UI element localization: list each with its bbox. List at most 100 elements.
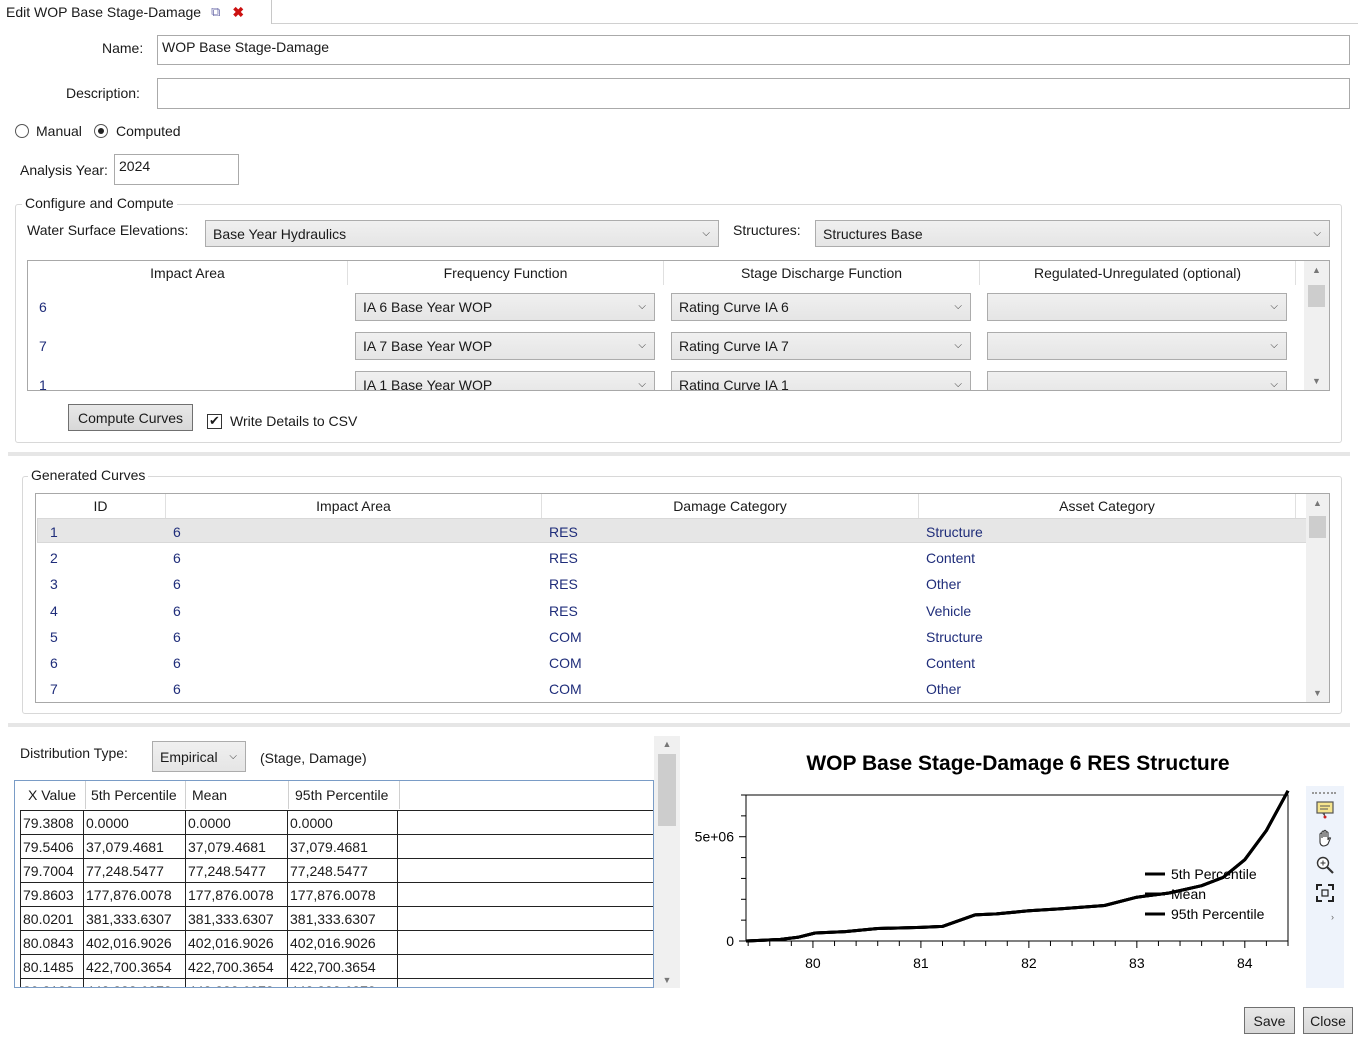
table-cell[interactable]: 37,079.4681 xyxy=(287,834,398,859)
table-row[interactable]: 80.0201 381,333.6307 381,333.6307 381,333.6… xyxy=(20,906,653,931)
column-header-asset-category[interactable]: Asset Category xyxy=(919,494,1296,518)
table-cell[interactable]: 381,333.6307 xyxy=(83,906,186,931)
table-row[interactable]: 80.0843 402,016.9026 402,016.9026 402,016.9… xyxy=(20,930,653,955)
stage-discharge-dropdown[interactable]: Rating Curve IA 7 ⌵ xyxy=(671,332,971,360)
scrollbar-thumb[interactable] xyxy=(1309,516,1326,538)
column-header-95th-percentile[interactable]: 95th Percentile xyxy=(290,781,400,809)
table-row[interactable]: 79.7004 77,248.5477 77,248.5477 77,248.5477 xyxy=(20,858,653,883)
table-cell[interactable]: 443,383.6373 xyxy=(83,978,186,987)
table-cell[interactable]: 80.0201 xyxy=(20,906,84,931)
column-header-damage-category[interactable]: Damage Category xyxy=(542,494,919,518)
toolbar-overflow-icon[interactable]: › xyxy=(1331,912,1334,922)
scrollbar-thumb[interactable] xyxy=(1308,285,1325,307)
table-cell[interactable]: 0.0000 xyxy=(287,810,398,835)
table-cell[interactable]: 402,016.9026 xyxy=(287,930,398,955)
column-header-impact-area[interactable]: Impact Area xyxy=(166,494,542,518)
scroll-down-icon[interactable]: ▼ xyxy=(1304,376,1329,386)
scroll-up-icon[interactable]: ▲ xyxy=(1304,265,1329,275)
table-row[interactable]: 3 6 RES Other xyxy=(36,575,1306,597)
table-cell[interactable]: 79.3808 xyxy=(20,810,84,835)
frequency-function-dropdown[interactable]: IA 6 Base Year WOP ⌵ xyxy=(355,293,655,321)
table-cell[interactable]: 177,876.0078 xyxy=(185,882,288,907)
frequency-function-dropdown[interactable]: IA 1 Base Year WOP ⌵ xyxy=(355,371,655,390)
save-button[interactable]: Save xyxy=(1244,1007,1295,1034)
scroll-up-icon[interactable]: ▲ xyxy=(654,739,680,749)
structures-dropdown[interactable]: Structures Base ⌵ xyxy=(815,220,1330,247)
table-row[interactable]: 79.8603 177,876.0078 177,876.0078 177,876.0… xyxy=(20,882,653,907)
table-cell[interactable]: 0.0000 xyxy=(83,810,186,835)
table-cell[interactable]: 79.8603 xyxy=(20,882,84,907)
table-row[interactable]: 6 6 COM Content xyxy=(36,654,1306,676)
column-header-5th-percentile[interactable]: 5th Percentile xyxy=(86,781,186,809)
table-row[interactable]: 1 6 RES Structure xyxy=(36,523,1306,545)
column-header-mean[interactable]: Mean xyxy=(187,781,289,809)
table-cell[interactable]: 402,016.9026 xyxy=(185,930,288,955)
table-cell[interactable]: 77,248.5477 xyxy=(287,858,398,883)
description-field[interactable] xyxy=(157,78,1350,109)
splitter[interactable] xyxy=(8,452,1350,456)
stage-discharge-dropdown[interactable]: Rating Curve IA 6 ⌵ xyxy=(671,293,971,321)
analysis-year-field[interactable]: 2024 xyxy=(114,154,239,185)
table-row[interactable]: 5 6 COM Structure xyxy=(36,628,1306,650)
frequency-function-dropdown[interactable]: IA 7 Base Year WOP ⌵ xyxy=(355,332,655,360)
stage-damage-chart[interactable]: WOP Base Stage-Damage 6 RES Structure 80… xyxy=(684,740,1304,990)
column-header-stage-discharge-function[interactable]: Stage Discharge Function xyxy=(664,261,980,285)
computed-radio-circle[interactable] xyxy=(94,124,108,138)
config-grid-scrollbar[interactable]: ▲ ▼ xyxy=(1304,261,1329,390)
table-cell[interactable]: 443,383.6373 xyxy=(185,978,288,987)
curve-table-scrollbar[interactable]: ▲ ▼ xyxy=(654,736,680,988)
table-row[interactable]: 79.5406 37,079.4681 37,079.4681 37,079.4681 xyxy=(20,834,653,859)
column-header-regulated-unregulated[interactable]: Regulated-Unregulated (optional) xyxy=(980,261,1296,285)
pop-out-icon[interactable]: ⧉ xyxy=(211,4,220,20)
pan-hand-icon[interactable] xyxy=(1314,827,1336,849)
table-cell[interactable]: 77,248.5477 xyxy=(185,858,288,883)
table-cell[interactable]: 80.2128 xyxy=(20,978,84,987)
table-cell[interactable]: 37,079.4681 xyxy=(83,834,186,859)
column-header-x-value[interactable]: X Value xyxy=(23,781,86,809)
table-cell[interactable]: 77,248.5477 xyxy=(83,858,186,883)
table-cell[interactable]: 381,333.6307 xyxy=(287,906,398,931)
document-tab[interactable]: Edit WOP Base Stage-Damage ⧉ ✖ xyxy=(0,0,272,24)
close-tab-icon[interactable]: ✖ xyxy=(232,4,244,21)
manual-radio[interactable]: Manual xyxy=(15,123,82,139)
table-cell[interactable]: 443,383.6373 xyxy=(287,978,398,987)
column-header-impact-area[interactable]: Impact Area xyxy=(28,261,348,285)
checkmark-icon[interactable]: ✔ xyxy=(207,413,222,429)
table-cell[interactable]: 402,016.9026 xyxy=(83,930,186,955)
table-cell[interactable]: 381,333.6307 xyxy=(185,906,288,931)
table-row[interactable]: 4 6 RES Vehicle xyxy=(36,602,1306,624)
name-field[interactable]: WOP Base Stage-Damage xyxy=(157,35,1350,65)
wse-dropdown[interactable]: Base Year Hydraulics ⌵ xyxy=(205,220,719,247)
table-cell[interactable]: 0.0000 xyxy=(185,810,288,835)
computed-radio[interactable]: Computed xyxy=(94,123,181,139)
column-header-id[interactable]: ID xyxy=(36,494,166,518)
table-row[interactable]: 79.3808 0.0000 0.0000 0.0000 xyxy=(20,810,653,835)
distribution-type-dropdown[interactable]: Empirical ⌵ xyxy=(152,741,246,772)
stage-discharge-dropdown[interactable]: Rating Curve IA 1 ⌵ xyxy=(671,371,971,390)
generated-grid-scrollbar[interactable]: ▲ ▼ xyxy=(1306,494,1329,702)
regulated-dropdown[interactable]: ⌵ xyxy=(987,332,1287,360)
table-cell[interactable]: 79.5406 xyxy=(20,834,84,859)
table-cell[interactable]: 80.0843 xyxy=(20,930,84,955)
close-button[interactable]: Close xyxy=(1303,1007,1353,1034)
zoom-icon[interactable] xyxy=(1314,854,1336,876)
table-cell[interactable]: 37,079.4681 xyxy=(185,834,288,859)
table-row[interactable]: 2 6 RES Content xyxy=(36,549,1306,571)
table-row[interactable]: 80.2128443,383.6373443,383.6373443,383.6… xyxy=(20,978,653,987)
scroll-down-icon[interactable]: ▼ xyxy=(654,975,680,985)
table-cell[interactable]: 422,700.3654 xyxy=(287,954,398,979)
table-row[interactable]: 80.1485 422,700.3654 422,700.3654 422,700.3… xyxy=(20,954,653,979)
table-cell[interactable]: 422,700.3654 xyxy=(83,954,186,979)
regulated-dropdown[interactable]: ⌵ xyxy=(987,371,1287,390)
write-csv-checkbox[interactable]: ✔ Write Details to CSV xyxy=(207,413,357,429)
annotation-icon[interactable] xyxy=(1314,798,1336,820)
table-cell[interactable]: 177,876.0078 xyxy=(83,882,186,907)
regulated-dropdown[interactable]: ⌵ xyxy=(987,293,1287,321)
table-cell[interactable]: 422,700.3654 xyxy=(185,954,288,979)
table-cell[interactable]: 80.1485 xyxy=(20,954,84,979)
splitter[interactable] xyxy=(8,723,1350,727)
table-row[interactable]: 7 6 COM Other xyxy=(36,680,1306,702)
scroll-down-icon[interactable]: ▼ xyxy=(1306,688,1329,698)
scrollbar-thumb[interactable] xyxy=(658,754,676,826)
fit-extent-icon[interactable] xyxy=(1314,882,1336,904)
